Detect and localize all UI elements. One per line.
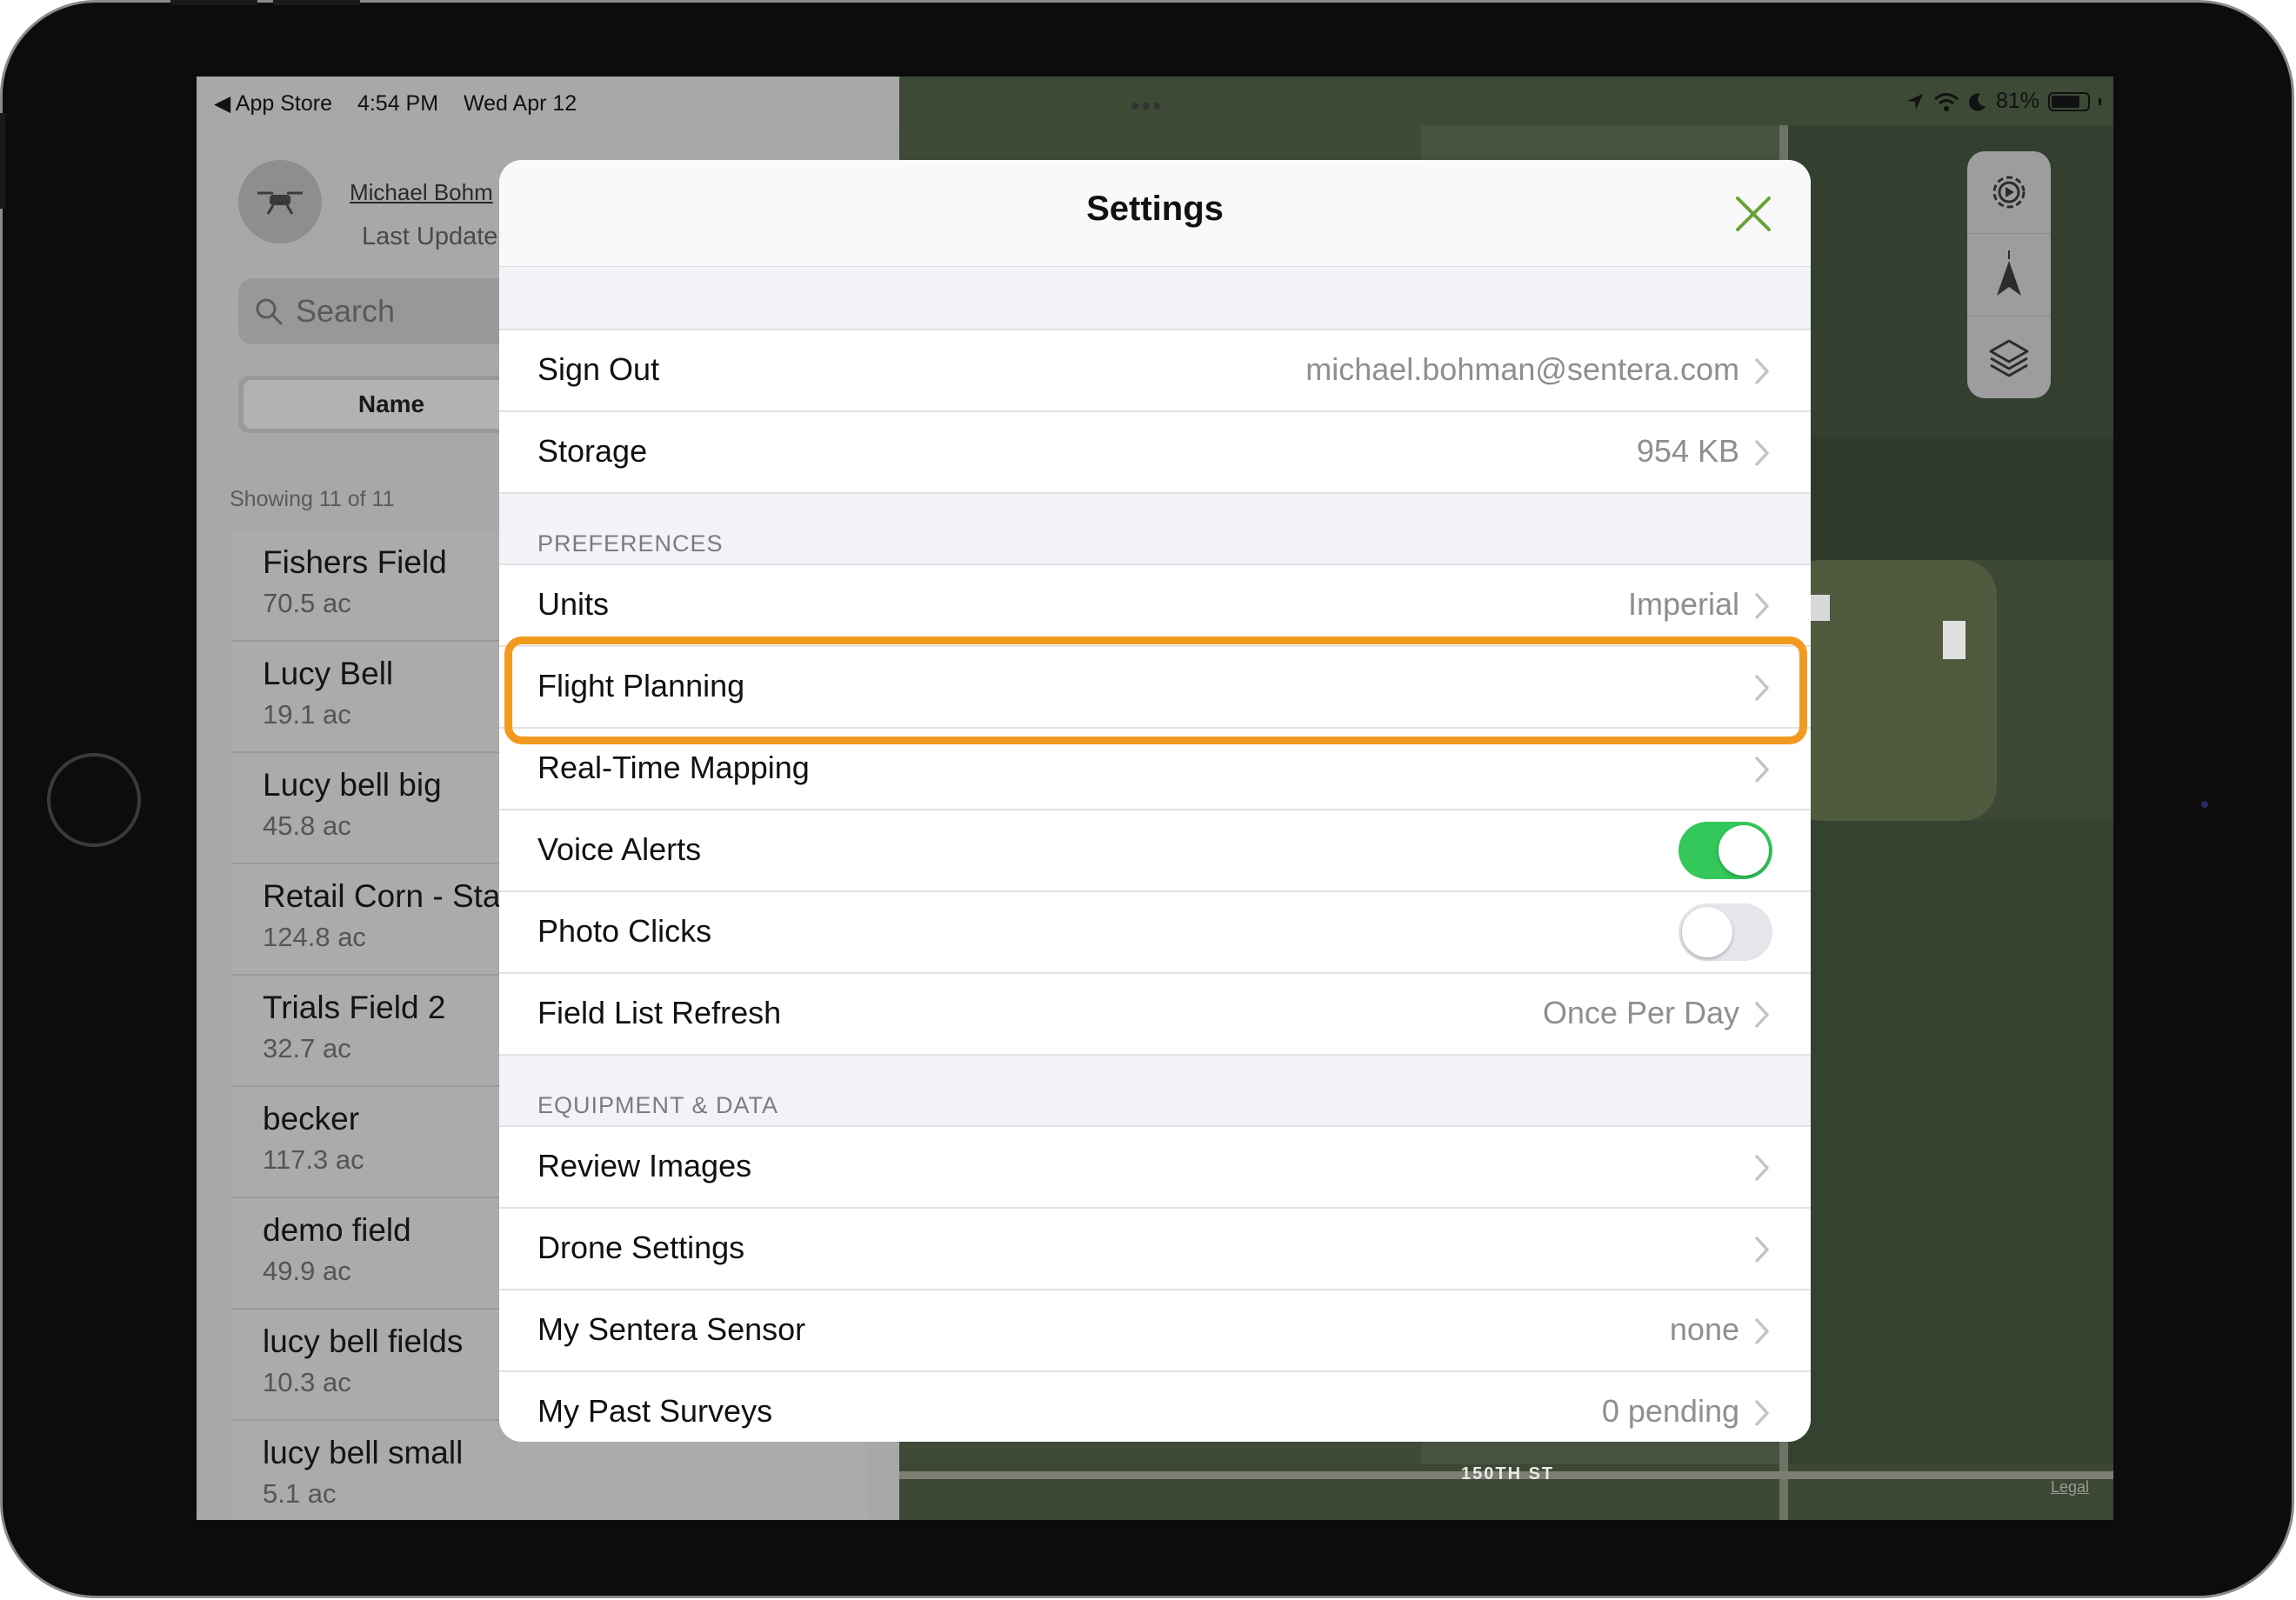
row-label: Real-Time Mapping [537,750,810,785]
voice-alerts-row: Voice Alerts [499,809,1811,890]
storage-value: 954 KB [1636,433,1739,469]
flight-planning-highlight [504,637,1807,744]
field-list-refresh-row[interactable]: Field List Refresh Once Per Day [499,972,1811,1056]
settings-header: Settings [499,160,1811,267]
row-label: Units [537,586,610,622]
last-updated-text: Last Update [362,223,498,250]
sensor-value: none [1669,1311,1739,1347]
row-label: Drone Settings [537,1230,745,1265]
multitasking-dots-icon[interactable]: ••• [1131,92,1164,122]
showing-count: Showing 11 of 11 [230,487,395,511]
navigation-arrow-icon [1997,250,2021,296]
past-surveys-row[interactable]: My Past Surveys 0 pending [499,1370,1811,1442]
chevron-right-icon [1755,757,1769,783]
wifi-icon [1933,92,1959,111]
chevron-right-icon [1755,1155,1769,1181]
map-legal-link[interactable]: Legal [2051,1478,2089,1497]
power-button [273,0,360,5]
past-surveys-value: 0 pending [1601,1393,1739,1429]
voice-alerts-toggle[interactable] [1679,822,1772,879]
camera-dot [2201,801,2208,808]
chevron-right-icon [1755,1002,1769,1028]
chevron-right-icon [1755,593,1769,619]
search-icon [256,298,283,325]
row-label: Voice Alerts [537,831,702,867]
chevron-right-icon [1755,1237,1769,1263]
back-to-app-store[interactable]: ◀ App Store [214,91,332,116]
units-value: Imperial [1627,586,1739,622]
review-images-row[interactable]: Review Images [499,1125,1811,1207]
side-button [0,113,5,209]
screen: Michael Bohm Last Update Search Name Sho… [197,77,2113,1520]
row-label: My Past Surveys [537,1393,773,1429]
home-button[interactable] [47,753,141,847]
status-bar: ◀ App Store 4:54 PM Wed Apr 12 ••• 81% [197,77,2113,125]
user-name-link[interactable]: Michael Bohm [350,179,493,206]
drone-settings-row[interactable]: Drone Settings [499,1207,1811,1289]
search-placeholder: Search [296,293,396,329]
battery-icon [2048,91,2090,111]
row-label: Review Images [537,1148,752,1183]
row-label: Field List Refresh [537,995,782,1030]
settings-modal: Settings Sign Out michael.bohman@sentera… [499,160,1811,1442]
refresh-value: Once Per Day [1542,995,1739,1030]
do-not-disturb-moon-icon [1968,93,1986,111]
sort-by-name-segment[interactable]: Name [244,380,539,429]
chevron-right-icon [1755,440,1769,466]
layers-button[interactable] [1967,317,2051,398]
units-row[interactable]: Units Imperial [499,563,1811,645]
settings-gear-button[interactable] [1967,151,2051,234]
row-label: Sign Out [537,351,660,387]
sign-out-row[interactable]: Sign Out michael.bohman@sentera.com [499,329,1811,410]
my-sensor-row[interactable]: My Sentera Sensor none [499,1289,1811,1370]
photo-clicks-row: Photo Clicks [499,890,1811,972]
volume-button [170,0,257,5]
drone-avatar-icon[interactable] [238,160,322,243]
preferences-section-header: PREFERENCES [537,530,724,557]
location-arrow-icon [1906,93,1923,110]
chevron-right-icon [1755,1318,1769,1344]
battery-percent: 81% [1995,89,2039,113]
storage-row[interactable]: Storage 954 KB [499,410,1811,494]
equipment-section-header: EQUIPMENT & DATA [537,1092,779,1118]
settings-title: Settings [1086,190,1224,228]
layers-icon [1989,339,2029,377]
status-date: Wed Apr 12 [464,91,577,116]
photo-clicks-toggle[interactable] [1679,903,1772,961]
chevron-right-icon [1755,358,1769,384]
close-icon[interactable] [1731,191,1776,237]
status-time: 4:54 PM [357,91,439,116]
field-area: 5.1 ac [263,1478,337,1509]
map-controls [1967,151,2051,398]
gear-icon [1992,176,2026,209]
row-label: Storage [537,433,648,469]
row-label: My Sentera Sensor [537,1311,806,1347]
compass-button[interactable] [1967,234,2051,317]
chevron-right-icon [1755,1400,1769,1426]
street-label: 150TH ST [1461,1464,1555,1483]
row-label: Photo Clicks [537,913,712,949]
account-email: michael.bohman@sentera.com [1305,351,1739,387]
